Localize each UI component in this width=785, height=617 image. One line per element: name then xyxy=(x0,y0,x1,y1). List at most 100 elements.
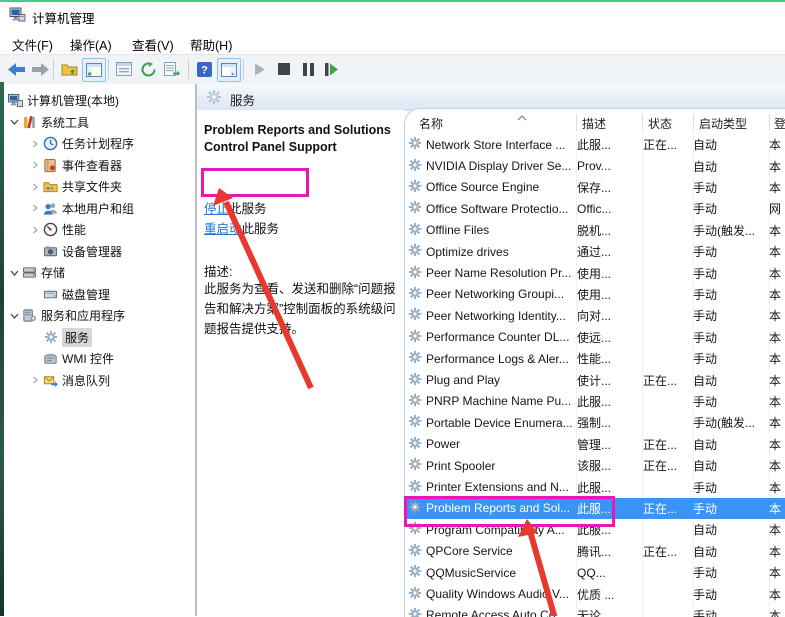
service-row[interactable]: Performance Counter DL...使远...手动本 xyxy=(405,327,785,348)
service-name[interactable]: Quality Windows Audio V... xyxy=(426,587,569,601)
column-separator[interactable] xyxy=(642,114,643,131)
stop-service-icon[interactable] xyxy=(273,58,295,80)
pause-service-icon[interactable] xyxy=(297,58,319,80)
console-tree-toggle-icon[interactable] xyxy=(82,58,106,82)
service-row[interactable]: Quality Windows Audio V...优质 ...手动本 xyxy=(405,583,785,604)
service-row[interactable]: Offline Files脱机...手动(触发...本 xyxy=(405,220,785,241)
tree-item-label[interactable]: 共享文件夹 xyxy=(62,178,122,195)
service-row[interactable]: Office Software Protectio...Offic...手动网 xyxy=(405,198,785,219)
tree-item-label[interactable]: 存储 xyxy=(41,264,65,281)
tree-item-label[interactable]: 系统工具 xyxy=(41,114,89,131)
service-row[interactable]: Portable Device Enumera...强制...手动(触发...本 xyxy=(405,412,785,433)
service-name[interactable]: Peer Networking Identity... xyxy=(426,309,566,323)
service-name[interactable]: Performance Logs & Aler... xyxy=(426,352,569,366)
help-icon[interactable]: ? xyxy=(193,58,215,80)
chevron-right-icon[interactable] xyxy=(30,160,40,170)
service-name[interactable]: Print Spooler xyxy=(426,459,495,473)
service-name[interactable]: QQMusicService xyxy=(426,566,516,580)
service-name[interactable]: Office Software Protectio... xyxy=(426,202,569,216)
service-row[interactable]: Optimize drives通过...手动本 xyxy=(405,241,785,262)
tree-item-label[interactable]: 性能 xyxy=(62,221,86,238)
column-header-logon[interactable]: 登 xyxy=(774,115,785,132)
service-name[interactable]: NVIDIA Display Driver Se... xyxy=(426,159,571,173)
tree-item-label[interactable]: 磁盘管理 xyxy=(62,286,110,303)
service-name[interactable]: Power xyxy=(426,437,460,451)
tree-item-label[interactable]: 任务计划程序 xyxy=(62,135,134,152)
service-row[interactable]: Printer Extensions and N...此服...手动本 xyxy=(405,476,785,497)
service-name[interactable]: QPCore Service xyxy=(426,544,513,558)
start-service-icon[interactable] xyxy=(249,58,271,80)
service-name[interactable]: Offline Files xyxy=(426,223,489,237)
service-row[interactable]: Print Spooler该服...正在...自动本 xyxy=(405,455,785,476)
service-name[interactable]: Network Store Interface ... xyxy=(426,138,565,152)
refresh-icon[interactable] xyxy=(137,58,159,80)
chevron-right-icon[interactable] xyxy=(30,139,40,149)
back-icon[interactable] xyxy=(5,58,27,80)
column-header-description[interactable]: 描述 xyxy=(582,115,606,132)
column-separator[interactable] xyxy=(769,114,770,131)
folder-up-icon[interactable] xyxy=(58,58,80,80)
service-row[interactable]: Office Source Engine保存...手动本 xyxy=(405,177,785,198)
forward-icon[interactable] xyxy=(29,58,51,80)
service-name[interactable]: Performance Counter DL... xyxy=(426,330,569,344)
service-row[interactable]: Power管理...正在...自动本 xyxy=(405,434,785,455)
tree-item-users[interactable]: 本地用户和组 xyxy=(4,198,221,219)
service-row[interactable]: Peer Networking Groupi...使用...手动本 xyxy=(405,284,785,305)
tree-item-label[interactable]: WMI 控件 xyxy=(62,350,114,367)
service-row[interactable]: PNRP Machine Name Pu...此服...手动本 xyxy=(405,391,785,412)
column-separator[interactable] xyxy=(693,114,694,131)
action-pane-toggle-icon[interactable] xyxy=(217,58,241,82)
tree-item-label[interactable]: 服务 xyxy=(62,328,92,347)
service-name[interactable]: Problem Reports and Sol... xyxy=(426,501,570,515)
service-row[interactable]: Peer Name Resolution Pr...使用...手动本 xyxy=(405,262,785,283)
chevron-down-icon[interactable] xyxy=(9,117,19,127)
service-name[interactable]: Peer Networking Groupi... xyxy=(426,287,564,301)
chevron-down-icon[interactable] xyxy=(9,311,19,321)
tree-item-gear[interactable]: 服务 xyxy=(4,327,221,348)
tree-item-diskmgmt[interactable]: 磁盘管理 xyxy=(4,284,221,305)
tree-item-scheduler[interactable]: 任务计划程序 xyxy=(4,133,221,154)
tree-item-devicemgr[interactable]: 设备管理器 xyxy=(4,241,221,262)
tree-item-computer[interactable]: 计算机管理(本地) xyxy=(4,90,199,111)
export-list-icon[interactable] xyxy=(161,58,183,80)
service-row[interactable]: Remote Access Auto Co...无论...手动本 xyxy=(405,605,785,617)
tree-item-msgqueue[interactable]: 消息队列 xyxy=(4,370,221,391)
service-row[interactable]: Program Compatibility A...此服...自动本 xyxy=(405,519,785,540)
column-header-status[interactable]: 状态 xyxy=(648,115,672,132)
tree-item-svcapps[interactable]: 服务和应用程序 xyxy=(4,305,200,326)
service-name[interactable]: PNRP Machine Name Pu... xyxy=(426,394,571,408)
service-row[interactable]: QQMusicServiceQQ...手动本 xyxy=(405,562,785,583)
service-row[interactable]: QPCore Service腾讯...正在...自动本 xyxy=(405,541,785,562)
chevron-right-icon[interactable] xyxy=(30,203,40,213)
tree-item-label[interactable]: 本地用户和组 xyxy=(62,200,134,217)
service-row[interactable]: Problem Reports and Sol...此服...正在...手动本 xyxy=(405,498,785,519)
restart-service-link[interactable]: 重启动 xyxy=(204,222,242,236)
service-name[interactable]: Portable Device Enumera... xyxy=(426,416,573,430)
service-name[interactable]: Plug and Play xyxy=(426,373,500,387)
stop-service-link[interactable]: 停止 xyxy=(204,202,229,216)
service-row[interactable]: Peer Networking Identity...向对...手动本 xyxy=(405,305,785,326)
column-header-name[interactable]: 名称 xyxy=(419,115,443,132)
service-name[interactable]: Optimize drives xyxy=(426,245,509,259)
chevron-right-icon[interactable] xyxy=(30,225,40,235)
column-header-startup-type[interactable]: 启动类型 xyxy=(699,115,747,132)
service-row[interactable]: NVIDIA Display Driver Se...Prov...自动本 xyxy=(405,155,785,176)
service-row[interactable]: Plug and Play使计...正在...自动本 xyxy=(405,369,785,390)
menu-item[interactable]: 帮助(H) xyxy=(184,33,238,56)
tree-item-wmi[interactable]: WMI 控件 xyxy=(4,348,221,369)
chevron-right-icon[interactable] xyxy=(30,375,40,385)
restart-service-icon[interactable] xyxy=(320,58,342,80)
tree-item-sharedfolder[interactable]: 共享文件夹 xyxy=(4,176,221,197)
chevron-right-icon[interactable] xyxy=(30,182,40,192)
tree-item-label[interactable]: 计算机管理(本地) xyxy=(27,92,119,109)
menu-item[interactable]: 文件(F) xyxy=(6,33,59,56)
service-row[interactable]: Network Store Interface ...此服...正在...自动本 xyxy=(405,134,785,155)
tree-item-eventlog[interactable]: 事件查看器 xyxy=(4,155,221,176)
menu-item[interactable]: 查看(V) xyxy=(126,33,180,56)
tree-item-label[interactable]: 服务和应用程序 xyxy=(41,307,125,324)
properties-icon[interactable] xyxy=(113,58,135,80)
tree-item-label[interactable]: 消息队列 xyxy=(62,372,110,389)
tree-item-tools[interactable]: 系统工具 xyxy=(4,112,200,133)
service-name[interactable]: Peer Name Resolution Pr... xyxy=(426,266,571,280)
chevron-down-icon[interactable] xyxy=(9,268,19,278)
